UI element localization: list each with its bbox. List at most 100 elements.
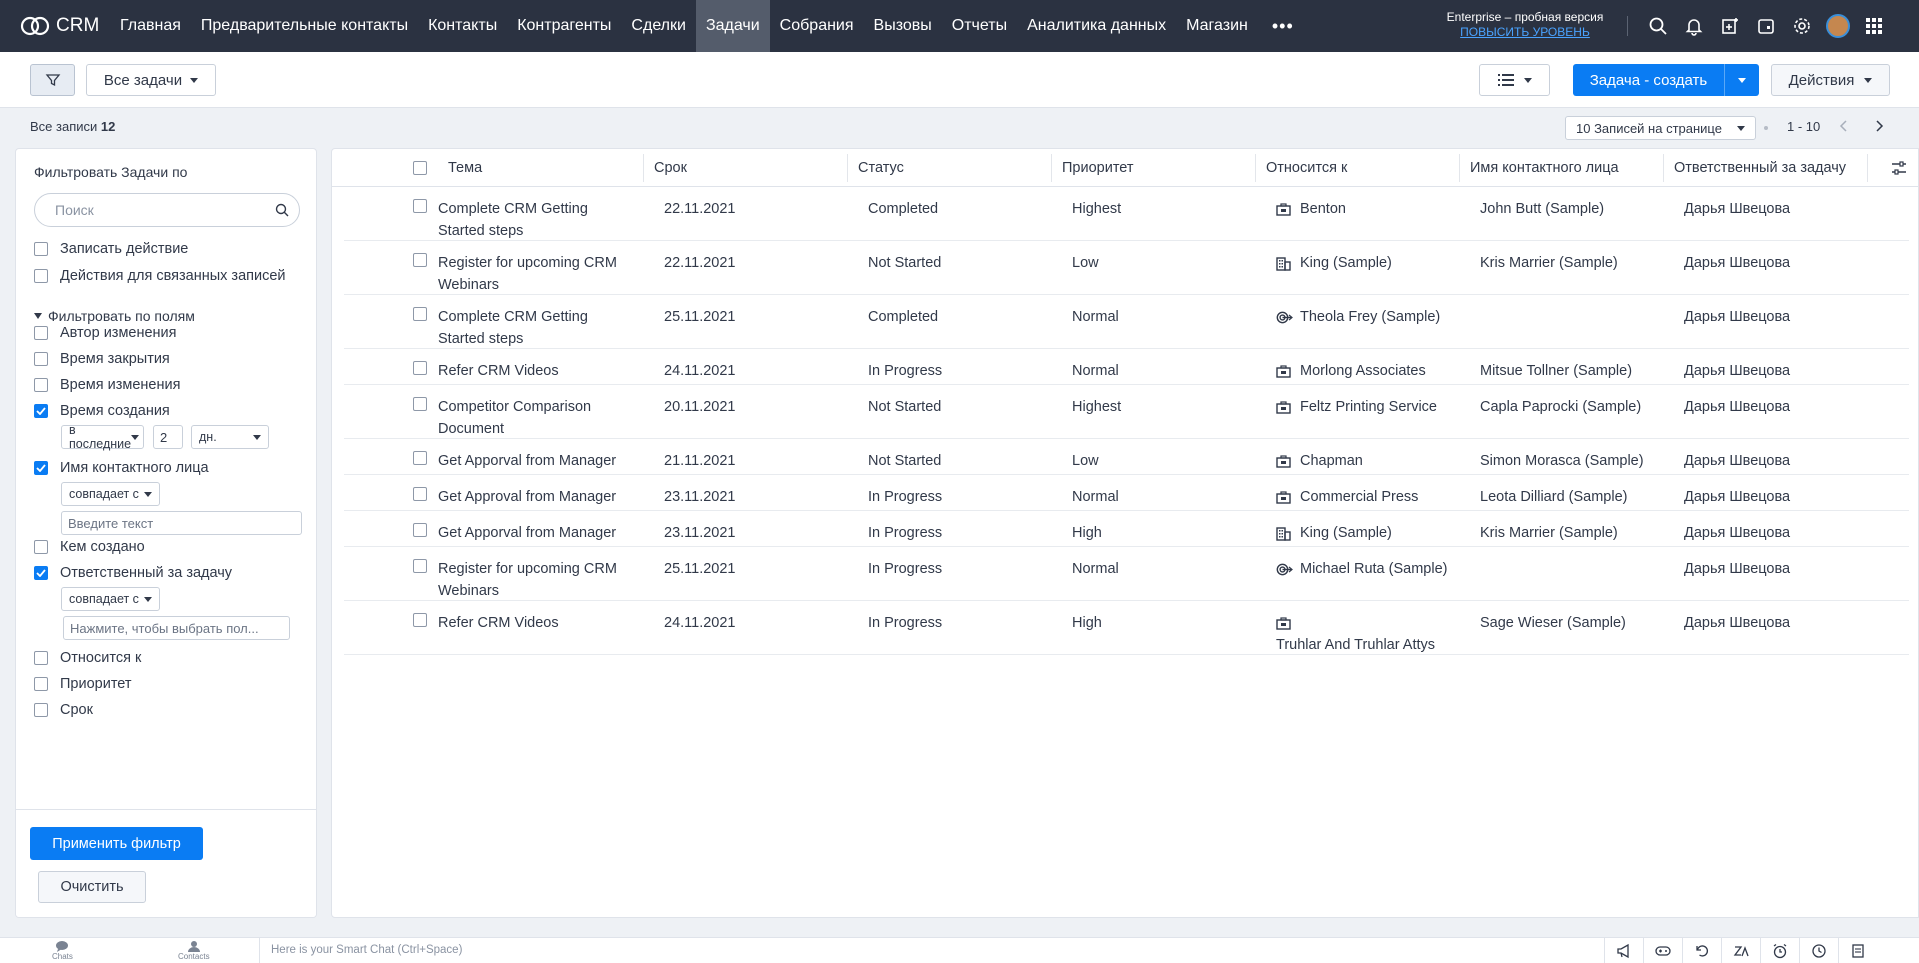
new-record-icon[interactable] [1712,8,1748,44]
table-row[interactable]: Complete CRM Getting Started steps 22.11.… [344,187,1909,241]
filter-field-created[interactable]: Время создания [34,403,170,419]
apply-filter-button[interactable]: Применить фильтр [30,827,203,860]
contact-text-input[interactable] [61,511,302,535]
nav-tab[interactable]: Собрания [770,0,864,52]
cell-subject[interactable]: Refer CRM Videos [438,360,628,382]
cell-subject[interactable]: Competitor Comparison Document [438,396,628,440]
table-row[interactable]: Register for upcoming CRM Webinars 22.11.… [344,241,1909,295]
created-unit-select[interactable]: дн. [191,425,269,449]
cell-contact[interactable]: Leota Dilliard (Sample) [1480,486,1627,508]
recent-icon[interactable] [1799,938,1838,963]
cell-contact[interactable]: John Butt (Sample) [1480,198,1604,220]
related-record-link[interactable]: Theola Frey (Sample) [1300,306,1440,328]
related-record-link[interactable]: King (Sample) [1300,252,1392,274]
list-view-button[interactable] [1479,64,1550,96]
checkbox[interactable] [34,352,48,366]
column-divider[interactable] [1867,154,1868,182]
filter-search-input[interactable] [55,202,255,218]
actions-button[interactable]: Действия [1771,64,1890,96]
filter-by-fields-toggle[interactable]: Фильтровать по полям [34,308,195,324]
bell-icon[interactable] [1676,8,1712,44]
cell-subject[interactable]: Complete CRM Getting Started steps [438,306,628,350]
view-selector[interactable]: Все задачи [86,64,216,96]
table-row[interactable]: Refer CRM Videos 24.11.2021 In Progress Hig… [344,601,1909,655]
row-checkbox[interactable] [413,307,427,321]
cell-contact[interactable]: Simon Morasca (Sample) [1480,450,1644,472]
cell-subject[interactable]: Get Approval from Manager [438,486,628,508]
next-page-button[interactable] [1871,118,1887,134]
gear-icon[interactable] [1784,8,1820,44]
checkbox[interactable] [34,703,48,717]
column-header-subject[interactable]: Тема [438,149,482,187]
related-record-link[interactable]: King (Sample) [1300,522,1392,544]
nav-tab[interactable]: Задачи [695,0,770,52]
create-task-button[interactable]: Задача - создать [1573,64,1724,96]
cell-contact[interactable]: Mitsue Tollner (Sample) [1480,360,1632,382]
row-checkbox[interactable] [413,199,427,213]
checkbox[interactable] [34,540,48,554]
column-settings-icon[interactable] [1890,159,1908,177]
nav-tab[interactable]: Предварительные контакты [191,0,418,52]
row-checkbox[interactable] [413,559,427,573]
checkbox[interactable] [34,677,48,691]
contact-operator-select[interactable]: совпадает с [61,482,160,506]
select-all-checkbox[interactable] [413,161,427,175]
nav-tab[interactable]: Магазин [1176,0,1258,52]
column-header-owner[interactable]: Ответственный за задачу [1664,149,1846,187]
table-row[interactable]: Get Approval from Manager 23.11.2021 In Pr… [344,475,1909,511]
checkbox[interactable] [34,651,48,665]
filter-field-due[interactable]: Срок [34,702,93,718]
upgrade-link[interactable]: ПОВЫСИТЬ УРОВЕНЬ [1420,25,1630,40]
column-header-related[interactable]: Относится к [1256,149,1347,187]
filter-field-closed[interactable]: Время закрытия [34,351,170,367]
megaphone-icon[interactable] [1604,938,1643,963]
row-checkbox[interactable] [413,361,427,375]
avatar[interactable] [1826,14,1850,38]
filter-field-author[interactable]: Автор изменения [34,325,177,341]
related-record-link[interactable]: Chapman [1300,450,1363,472]
checkbox[interactable] [34,378,48,392]
cell-subject[interactable]: Refer CRM Videos [438,612,628,634]
crm-logo[interactable]: CRM [0,0,110,52]
column-header-contact[interactable]: Имя контактного лица [1460,149,1619,187]
owner-operator-select[interactable]: совпадает с [61,587,160,611]
nav-tab[interactable]: Вызовы [864,0,942,52]
related-record-link[interactable]: Commercial Press [1300,486,1418,508]
row-checkbox[interactable] [413,397,427,411]
related-record-link[interactable]: Michael Ruta (Sample) [1300,558,1447,580]
nav-tab[interactable]: Отчеты [942,0,1017,52]
nav-tab[interactable]: Контакты [418,0,507,52]
filter-field-contact[interactable]: Имя контактного лица [34,460,209,476]
filter-field-created-by[interactable]: Кем создано [34,539,145,555]
checkbox-checked[interactable] [34,566,48,580]
column-header-due[interactable]: Срок [644,149,687,187]
per-page-select[interactable]: 10 Записей на странице [1565,116,1756,140]
cell-contact[interactable]: Sage Wieser (Sample) [1480,612,1626,634]
checkbox-checked[interactable] [34,461,48,475]
related-record-link[interactable]: Truhlar And Truhlar Attys [1276,637,1435,653]
cell-contact[interactable]: Kris Marrier (Sample) [1480,252,1618,274]
create-options-button[interactable] [1724,64,1759,96]
filter-activity[interactable]: Записать действие [34,241,188,257]
created-value-input[interactable] [153,425,183,449]
cell-subject[interactable]: Register for upcoming CRM Webinars [438,252,628,296]
apps-grid-icon[interactable] [1856,8,1892,44]
cell-subject[interactable]: Get Apporval from Manager [438,450,628,472]
cell-subject[interactable]: Register for upcoming CRM Webinars [438,558,628,602]
prev-page-button[interactable] [1836,118,1852,134]
translate-icon[interactable] [1721,938,1760,963]
filter-field-priority[interactable]: Приоритет [34,676,132,692]
filter-field-modified[interactable]: Время изменения [34,377,180,393]
filter-field-related[interactable]: Относится к [34,650,141,666]
table-row[interactable]: Get Apporval from Manager 23.11.2021 In Pr… [344,511,1909,547]
nav-tab[interactable]: Контрагенты [507,0,621,52]
checkbox[interactable] [34,242,48,256]
checkbox-checked[interactable] [34,404,48,418]
row-checkbox[interactable] [413,487,427,501]
row-checkbox[interactable] [413,613,427,627]
related-record-link[interactable]: Feltz Printing Service [1300,396,1437,418]
calendar-icon[interactable] [1748,8,1784,44]
row-checkbox[interactable] [413,253,427,267]
clear-filter-button[interactable]: Очистить [38,871,146,903]
row-checkbox[interactable] [413,451,427,465]
